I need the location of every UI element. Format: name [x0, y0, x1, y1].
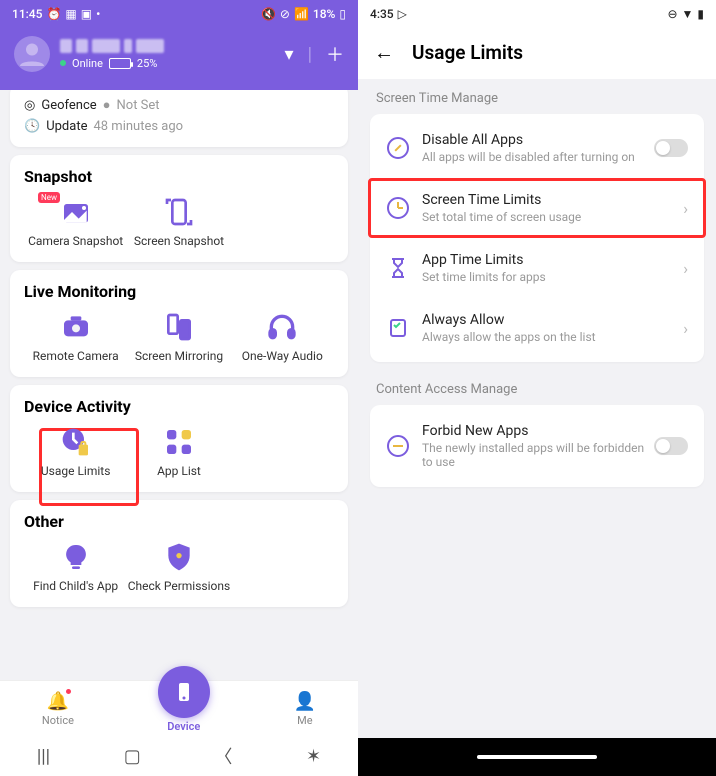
- forbid-icon: [386, 434, 410, 458]
- camera-icon: [60, 311, 92, 343]
- avatar[interactable]: [14, 36, 50, 72]
- battery-icon: ▯: [339, 7, 346, 21]
- home-icon[interactable]: ▢: [124, 746, 141, 767]
- badge-new: New: [38, 192, 60, 203]
- wifi-icon: ⊘: [280, 7, 290, 21]
- nav-notice[interactable]: 🔔 Notice: [42, 691, 74, 727]
- content-access-card: Forbid New Apps The newly installed apps…: [370, 405, 704, 487]
- update-ago: 48 minutes ago: [93, 119, 183, 134]
- tile-screen-mirroring[interactable]: Screen Mirroring: [127, 311, 230, 363]
- play-icon: ▷: [398, 7, 407, 21]
- battery-icon: ▮: [697, 7, 704, 21]
- section-screen-time: Screen Time Manage: [358, 79, 716, 114]
- live-title: Live Monitoring: [24, 282, 334, 301]
- back-button[interactable]: ←: [374, 40, 394, 65]
- person-icon: 👤: [294, 691, 316, 712]
- geofence-label: Geofence: [41, 98, 96, 113]
- toggle-disable-all[interactable]: [654, 139, 688, 157]
- mute-icon: 🔇: [261, 7, 276, 21]
- clock-icon: 🕓: [24, 119, 40, 134]
- headphones-icon: [266, 311, 298, 343]
- tile-usage-limits[interactable]: Usage Limits: [24, 426, 127, 478]
- row-screen-time-limits[interactable]: Screen Time Limits Set total time of scr…: [370, 178, 704, 238]
- tile-check-permissions[interactable]: Check Permissions: [127, 541, 230, 593]
- row-disable-all-apps[interactable]: Disable All Apps All apps will be disabl…: [370, 118, 704, 178]
- img-icon: ▦: [65, 7, 76, 21]
- tile-remote-camera[interactable]: Remote Camera: [24, 311, 127, 363]
- screen-snapshot-icon: [163, 196, 195, 228]
- live-card: Live Monitoring Remote Camera Screen Mir…: [10, 270, 348, 377]
- profile-header: Online 25% ▾ | ＋: [0, 28, 358, 90]
- alarm-icon: ⏰: [46, 7, 61, 21]
- toggle-forbid-new[interactable]: [654, 437, 688, 455]
- status-time: 4:35: [370, 7, 394, 21]
- shield-icon: [163, 541, 195, 573]
- tile-screen-snapshot[interactable]: Screen Snapshot: [127, 196, 230, 248]
- bulb-icon: [60, 541, 92, 573]
- nav-device[interactable]: [158, 666, 210, 718]
- geofence-icon: ◎: [24, 98, 35, 113]
- checklist-icon: [386, 316, 410, 340]
- dot-icon: •: [96, 7, 100, 21]
- page-header: ← Usage Limits: [358, 28, 716, 79]
- system-nav: ||| ▢ 〈 ✶: [0, 736, 358, 776]
- chevron-right-icon: ›: [683, 199, 688, 218]
- geofence-status: Not Set: [117, 98, 160, 113]
- chevron-right-icon: ›: [683, 259, 688, 278]
- battery-pct: 25%: [137, 57, 157, 70]
- disable-icon: [386, 136, 410, 160]
- gesture-bar: [358, 738, 716, 776]
- snapshot-title: Snapshot: [24, 167, 334, 186]
- battery-icon: [109, 58, 131, 69]
- accessibility-icon[interactable]: ✶: [306, 746, 321, 767]
- tile-app-list[interactable]: App List: [127, 426, 230, 478]
- mirroring-icon: [163, 311, 195, 343]
- row-app-time-limits[interactable]: App Time Limits Set time limits for apps…: [370, 238, 704, 298]
- nav-me[interactable]: 👤 Me: [294, 691, 316, 727]
- signal-icon: 📶: [294, 7, 309, 21]
- usage-limits-icon: [60, 426, 92, 458]
- activity-card: Device Activity Usage Limits App List: [10, 385, 348, 492]
- hourglass-icon: [386, 256, 410, 280]
- info-strip: ◎ Geofence ● Not Set 🕓 Update 48 minutes…: [10, 84, 348, 147]
- row-always-allow[interactable]: Always Allow Always allow the apps on th…: [370, 298, 704, 358]
- statusbar: 11:45 ⏰ ▦ ▣ • 🔇 ⊘ 📶 18% ▯: [0, 0, 358, 28]
- status-battery: 18%: [313, 7, 335, 21]
- back-icon[interactable]: 〈: [214, 743, 232, 769]
- chevron-right-icon: ›: [683, 319, 688, 338]
- section-content-access: Content Access Manage: [358, 370, 716, 405]
- tile-find-child-app[interactable]: Find Child's App: [24, 541, 127, 593]
- bottom-nav: 🔔 Notice Device 👤 Me: [0, 680, 358, 736]
- row-forbid-new-apps[interactable]: Forbid New Apps The newly installed apps…: [370, 409, 704, 483]
- dnd-icon: ⊖: [667, 7, 677, 21]
- statusbar: 4:35 ▷ ⊖ ▼ ▮: [358, 0, 716, 28]
- bell-icon: 🔔: [47, 691, 69, 712]
- camera-snapshot-icon: [60, 196, 92, 228]
- wifi-icon: ▼: [682, 7, 694, 21]
- username-blurred: [60, 39, 164, 53]
- snapshot-card: Snapshot New Camera Snapshot Screen Snap…: [10, 155, 348, 262]
- clock-icon: [386, 196, 410, 220]
- online-label: Online: [72, 57, 103, 70]
- other-title: Other: [24, 512, 334, 531]
- page-title: Usage Limits: [412, 41, 523, 64]
- activity-title: Device Activity: [24, 397, 334, 416]
- tile-one-way-audio[interactable]: One-Way Audio: [231, 311, 334, 363]
- app-list-icon: [163, 426, 195, 458]
- tile-camera-snapshot[interactable]: New Camera Snapshot: [24, 196, 127, 248]
- status-time: 11:45: [12, 7, 42, 21]
- other-card: Other Find Child's App Check Permissions: [10, 500, 348, 607]
- img-icon-2: ▣: [81, 7, 92, 21]
- screen-time-card: Disable All Apps All apps will be disabl…: [370, 114, 704, 362]
- update-label: Update: [46, 119, 87, 134]
- recent-icon[interactable]: |||: [37, 746, 50, 767]
- add-icon[interactable]: ＋: [326, 41, 344, 67]
- online-dot-icon: [60, 60, 66, 66]
- dropdown-icon[interactable]: ▾: [285, 44, 294, 65]
